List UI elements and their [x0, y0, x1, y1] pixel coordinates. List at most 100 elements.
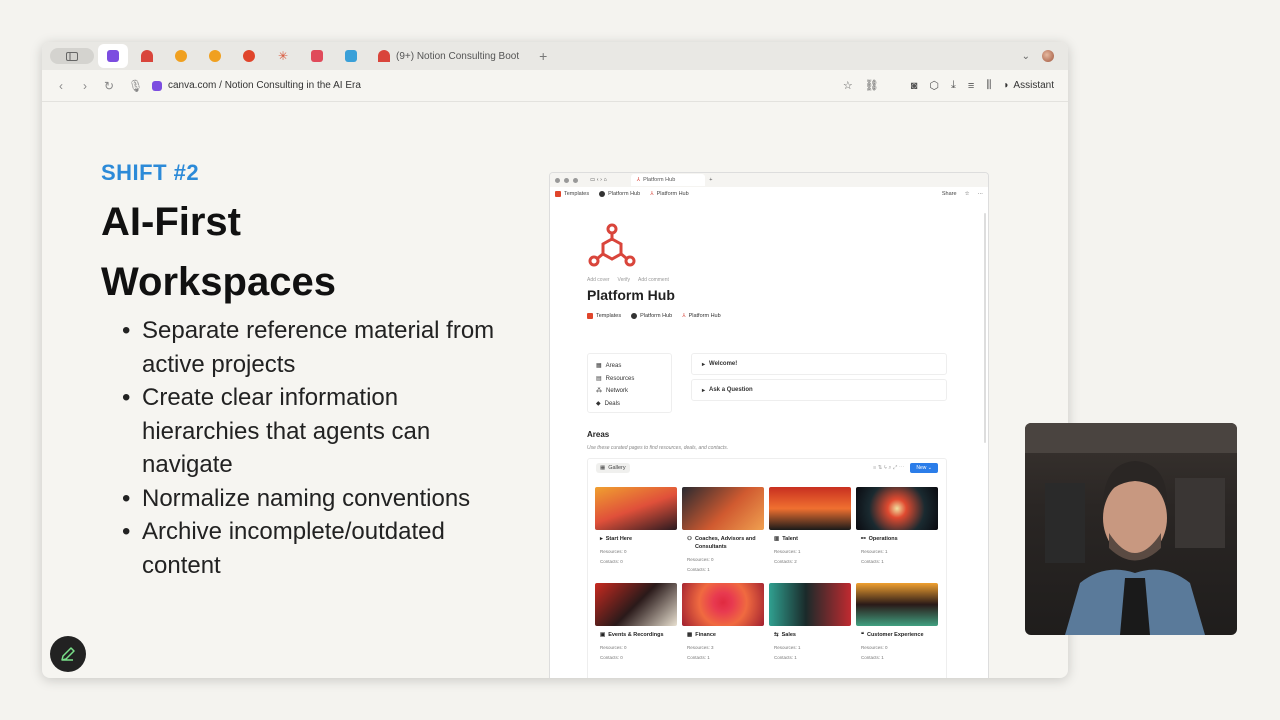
window-dot — [573, 177, 578, 183]
tab-7[interactable] — [302, 44, 332, 68]
talent-icon: ▥ — [774, 536, 780, 542]
network-icon: ⁂ — [596, 388, 602, 394]
tab-4[interactable] — [200, 44, 230, 68]
card-title-row: ▸ Start Here — [595, 535, 677, 543]
card-resources: Resources: 0 — [600, 645, 627, 650]
canva-icon — [107, 50, 119, 62]
prop-label: Templates — [596, 313, 622, 319]
card-resources: Resources: 1 — [774, 549, 801, 554]
bullet-item: Normalize naming conventions — [122, 482, 502, 516]
hub-icon: ⅄ — [650, 191, 654, 197]
back-icon[interactable]: ‹ — [56, 79, 66, 93]
slide-canvas: SHIFT #2 AI-First Workspaces Separate re… — [42, 102, 1068, 678]
meta-add-comment: Add comment — [638, 277, 669, 283]
areas-gallery: ▦ Gallery ≡ ⇅ ϟ ⌕ ⤢ ⋯ New ⌄ ▸ Start Here R… — [587, 458, 947, 678]
filter-icon: ≡ ⇅ ϟ ⌕ ⤢ ⋯ — [873, 464, 905, 471]
microphone-icon[interactable]: 🎙 — [128, 79, 143, 93]
circle-icon — [599, 191, 606, 197]
url-text: canva.com / Notion Consulting in the AI … — [168, 80, 361, 91]
assistant-label: Assistant — [1013, 80, 1054, 91]
card-meta: Resources: 1 Contacts: 2 — [769, 547, 851, 567]
card-contacts: Contacts: 2 — [774, 559, 797, 564]
sidebar-icon: ▭ ‹ › ⌂ — [590, 177, 607, 183]
app-icon — [311, 50, 323, 62]
tab-title: (9+) Notion Consulting Boot — [396, 50, 520, 62]
tab-3[interactable] — [166, 44, 196, 68]
notion-page-body: Add cover Verify Add comment Platform Hu… — [587, 223, 947, 678]
page-props: Templates Platform Hub ⅄ Platform Hub — [587, 313, 947, 319]
notion-titlebar: ▭ ‹ › ⌂ ⅄ Platform Hub + — [550, 173, 988, 187]
canva-icon — [152, 80, 162, 91]
areas-heading: Areas — [587, 430, 610, 439]
grid-icon: ▦ — [600, 465, 606, 471]
card-title-row: ⚯ Operations — [856, 535, 938, 543]
star-icon[interactable]: ☆ — [843, 79, 853, 92]
card-title: Events & Recordings — [608, 632, 664, 638]
browser-window: ✳ (9+) Notion Consulting Boot + ⌄ ‹ › ↻ … — [42, 42, 1068, 678]
prop-item: Platform Hub — [631, 313, 672, 319]
chevron-down-icon[interactable]: ⌄ — [1022, 51, 1030, 62]
card-title: Customer Experience — [866, 632, 924, 638]
search-app-icon — [175, 50, 187, 62]
triangle-icon: ▸ — [702, 387, 706, 394]
download-icon[interactable]: ⤓ — [951, 79, 956, 92]
slide-title: AI-First Workspaces — [101, 192, 336, 312]
window-dot — [564, 177, 569, 183]
templates-icon — [555, 191, 561, 197]
sidebar-icon — [66, 51, 78, 61]
card-cover — [856, 487, 938, 530]
reload-icon[interactable]: ↻ — [104, 79, 114, 93]
toggle-ask: ▸ Ask a Question — [691, 379, 947, 401]
card-cover — [769, 487, 851, 530]
bullet-list: Separate reference material from active … — [122, 314, 502, 582]
tab-8[interactable] — [336, 44, 366, 68]
nav-label: Resources — [605, 375, 635, 382]
link-icon[interactable]: ⛓ — [865, 79, 879, 92]
card-title: Operations — [868, 536, 898, 542]
card-meta: Resources: 0 Contacts: 1 — [856, 643, 938, 663]
card-cover — [682, 487, 764, 530]
menu-icon[interactable]: ≡ — [968, 80, 974, 92]
hub-icon: ⅄ — [636, 177, 641, 183]
card-resources: Resources: 0 — [600, 549, 627, 554]
edit-button[interactable] — [50, 636, 86, 672]
notion-screenshot: ▭ ‹ › ⌂ ⅄ Platform Hub + Templates Platf… — [549, 172, 989, 678]
new-tab-icon: + — [709, 177, 713, 183]
gallery-toolbar: ▦ Gallery ≡ ⇅ ϟ ⌕ ⤢ ⋯ New ⌄ — [588, 459, 946, 477]
circle-icon — [631, 313, 638, 319]
card-meta: Resources: 1 Contacts: 1 — [856, 547, 938, 567]
app-icon — [345, 50, 357, 62]
play-icon: ▸ — [600, 536, 603, 542]
card-meta: Resources: 1 Contacts: 1 — [769, 643, 851, 663]
sidebar-toggle-button[interactable] — [50, 48, 94, 64]
new-tab-button[interactable]: + — [539, 48, 547, 64]
card-contacts: Contacts: 1 — [687, 655, 710, 660]
card-meta: Resources: 0 Contacts: 0 — [595, 547, 677, 567]
tab-canva[interactable] — [98, 44, 128, 68]
audio-icon[interactable]: ⫼ — [986, 79, 991, 92]
tag-icon: ◆ — [596, 400, 601, 407]
card-resources: Resources: 0 — [687, 557, 714, 562]
star-icon: ☆ — [964, 191, 970, 197]
profile-avatar[interactable] — [1042, 50, 1054, 62]
prop-label: Platform Hub — [640, 313, 673, 319]
assistant-button[interactable]: ◗ Assistant — [1003, 80, 1054, 91]
card-title-row: ▩ Finance — [682, 631, 764, 639]
tab-notion-consulting[interactable]: (9+) Notion Consulting Boot — [370, 44, 527, 68]
new-button: New ⌄ — [910, 463, 938, 473]
nav-item-resources: ▤ Resources — [596, 373, 663, 386]
forward-icon[interactable]: › — [80, 79, 90, 93]
gallery-card: ▣ Events & Recordings Resources: 0 Contact… — [595, 583, 677, 678]
bullet-item: Create clear information hierarchies tha… — [122, 381, 502, 482]
tab-5[interactable] — [234, 44, 264, 68]
tab-6[interactable]: ✳ — [268, 44, 298, 68]
window-dot — [555, 177, 560, 183]
tab-bar: ✳ (9+) Notion Consulting Boot + ⌄ — [42, 42, 1068, 70]
camera-icon[interactable]: ◙ — [911, 80, 918, 92]
slide-title-line2: Workspaces — [101, 260, 336, 304]
extension-icon[interactable]: ⬡ — [929, 79, 939, 92]
url-field[interactable]: canva.com / Notion Consulting in the AI … — [152, 80, 361, 91]
nav-label: Areas — [605, 363, 622, 369]
card-resources: Resources: 0 — [861, 645, 888, 650]
tab-2[interactable] — [132, 44, 162, 68]
